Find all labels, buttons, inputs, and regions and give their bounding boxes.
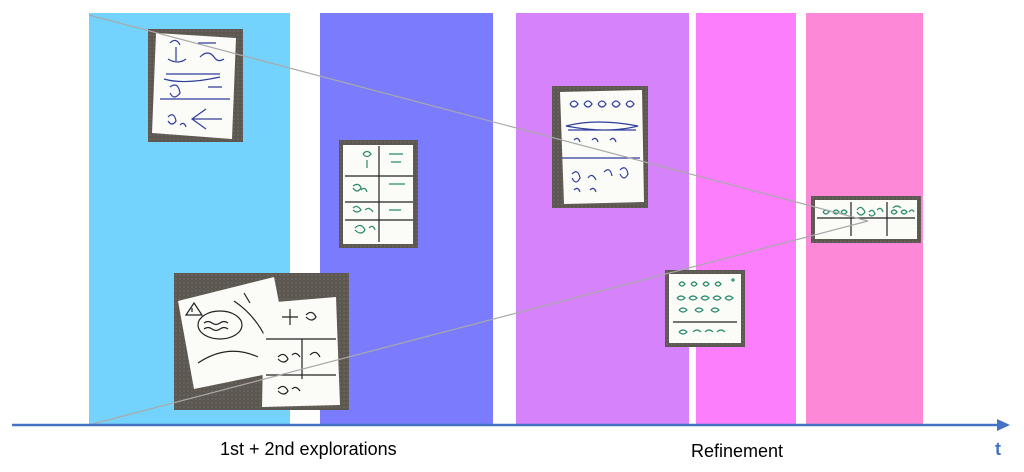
- sketch-photo-1: [148, 29, 243, 142]
- phase-label-refinement: Refinement: [691, 441, 784, 461]
- phase-band-4: [696, 13, 796, 425]
- phase-band-3: [516, 13, 689, 425]
- sketch-photo-4: [552, 86, 648, 208]
- sketch-photo-5: [665, 270, 745, 347]
- sketch-photo-3: [174, 273, 349, 410]
- timeline-axis-arrowhead: [997, 419, 1010, 431]
- phase-label-explorations: 1st + 2nd explorations: [220, 439, 397, 459]
- sketch-photo-6: [811, 196, 921, 243]
- sketch-photo-2: [339, 140, 418, 248]
- time-axis-label: t: [995, 439, 1001, 459]
